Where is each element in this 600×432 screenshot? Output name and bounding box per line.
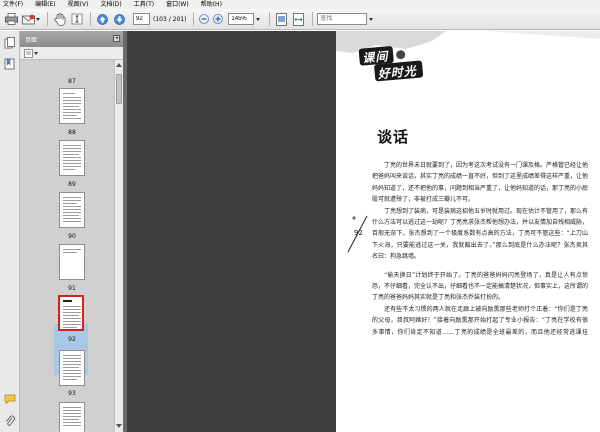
search-input[interactable] (317, 13, 368, 25)
select-tool-button[interactable] (69, 12, 84, 27)
pages-panel-title: 页面 (25, 37, 38, 44)
arrow-down-icon (114, 13, 125, 25)
toolbar: (103 / 201) (0, 9, 600, 30)
next-page-button[interactable] (112, 12, 127, 27)
thumbnail-label: 90 (68, 233, 76, 240)
paragraph: 还有些不太习惯的两人就在走廊上被向励熏那些老师打个正着：“你们是丁亮的父母，叔叔… (372, 305, 588, 336)
chevron-down-icon (34, 52, 38, 55)
page-thumbnail[interactable] (59, 350, 85, 386)
paragraph: 丁亮的世界末日就要到了，因为考这次考试没有一门课及格。严格管已经让他把爸妈叫来谈… (372, 162, 589, 204)
toolbar-divider (193, 12, 195, 26)
pages-panel-header: 页面 ◂ (20, 31, 123, 47)
paragraph: “偷天换日”计划终于开始了。丁亮的爸爸妈妈闪亮登场了，真是让人有点惊恐，不仔细看… (372, 271, 589, 302)
thumbnail-label: 89 (68, 181, 76, 188)
menu-help[interactable]: 帮助(H) (201, 0, 222, 9)
menu-document[interactable]: 文档(D) (100, 0, 121, 9)
scroll-down-arrow[interactable] (116, 424, 122, 428)
page-number-input[interactable] (133, 13, 150, 25)
scrollbar-thumb[interactable] (116, 74, 122, 104)
chevron-down-icon (36, 17, 40, 21)
pages-panel: 页面 ◂ 87 88 89 90 91 92 93 (20, 31, 123, 432)
envelope-icon (22, 14, 35, 24)
logo-badge (394, 48, 407, 61)
panel-options-button[interactable]: ◂ (113, 35, 120, 42)
menu-window[interactable]: 窗口(W) (166, 0, 189, 9)
zoom-input[interactable] (228, 13, 255, 25)
thumbnail-label: 92 (68, 336, 76, 343)
page-thumbnail[interactable] (59, 244, 85, 280)
page-thumbnail[interactable] (59, 88, 85, 124)
thumbnail-scrollbar[interactable] (114, 60, 123, 432)
fit-width-icon (293, 12, 305, 26)
arrow-up-icon (97, 13, 108, 25)
print-button[interactable] (4, 12, 19, 27)
navigation-strip (0, 31, 20, 432)
body-text: 丁亮的世界末日就要到了，因为考这次考试没有一门课及格。严格管已经让他把爸妈叫来谈… (372, 160, 588, 338)
thumbnail-label: 87 (68, 78, 76, 85)
page-thumbnail[interactable] (59, 140, 85, 176)
toolbar-divider (90, 12, 91, 26)
paragraph: 丁亮想到了装病，可是装病这招他五岁时就用过。现在估计不管用了，那么有什么方法可以… (372, 207, 589, 261)
text-cursor-icon (71, 13, 82, 25)
thumbnail-label: 93 (68, 390, 76, 397)
page-count: (103 / 201) (153, 15, 187, 23)
page-thumbnail[interactable] (59, 192, 85, 228)
panel-splitter[interactable] (123, 31, 127, 432)
thumbnail-label: 91 (68, 285, 76, 292)
thumbnail-list[interactable]: 87 88 89 90 91 92 93 (20, 60, 114, 432)
email-button[interactable] (21, 12, 41, 27)
bookmarks-icon[interactable] (4, 58, 16, 70)
logo-text: 好时光 (377, 63, 418, 82)
pages-icon[interactable] (4, 37, 16, 49)
attachment-icon[interactable] (4, 415, 16, 427)
fit-page-button[interactable] (274, 12, 289, 27)
menu-edit[interactable]: 编辑(E) (35, 0, 55, 9)
page-thumbnail[interactable] (59, 402, 85, 432)
scroll-up-arrow[interactable] (116, 63, 122, 67)
plus-circle-icon (213, 14, 224, 24)
menu-view[interactable]: 视图(V) (68, 0, 89, 9)
toolbar-divider (312, 12, 314, 26)
fit-page-icon (276, 12, 288, 26)
chevron-down-icon (256, 17, 261, 21)
menu-file[interactable]: 文件(F) (3, 0, 23, 9)
chevron-down-icon (369, 17, 374, 21)
zoom-in-button[interactable] (212, 12, 224, 27)
previous-page-button[interactable] (95, 12, 110, 27)
page-thumbnail-selected[interactable] (58, 295, 84, 331)
fit-width-button[interactable] (291, 12, 306, 27)
zoom-out-button[interactable] (198, 12, 210, 27)
zoom-dropdown[interactable] (254, 12, 261, 27)
thumbnail-label: 88 (68, 129, 76, 136)
options-menu-button[interactable] (24, 49, 38, 58)
pages-panel-toolbar (20, 47, 123, 60)
printer-icon (5, 13, 18, 25)
chapter-title: 谈话 (377, 128, 410, 146)
toolbar-divider (269, 12, 271, 26)
minus-circle-icon (199, 14, 210, 24)
menu-bar: 文件(F) 编辑(E) 视图(V) 文档(D) 工具(T) 窗口(W) 帮助(H… (0, 0, 600, 9)
hand-tool-button[interactable] (52, 12, 67, 27)
comments-icon[interactable] (4, 393, 16, 405)
hand-icon (54, 12, 65, 26)
toolbar-divider (47, 12, 48, 26)
search-dropdown[interactable] (367, 12, 374, 27)
menu-tools[interactable]: 工具(T) (134, 0, 154, 9)
logo: 课间 好时光 (358, 43, 426, 84)
options-icon (24, 49, 33, 58)
